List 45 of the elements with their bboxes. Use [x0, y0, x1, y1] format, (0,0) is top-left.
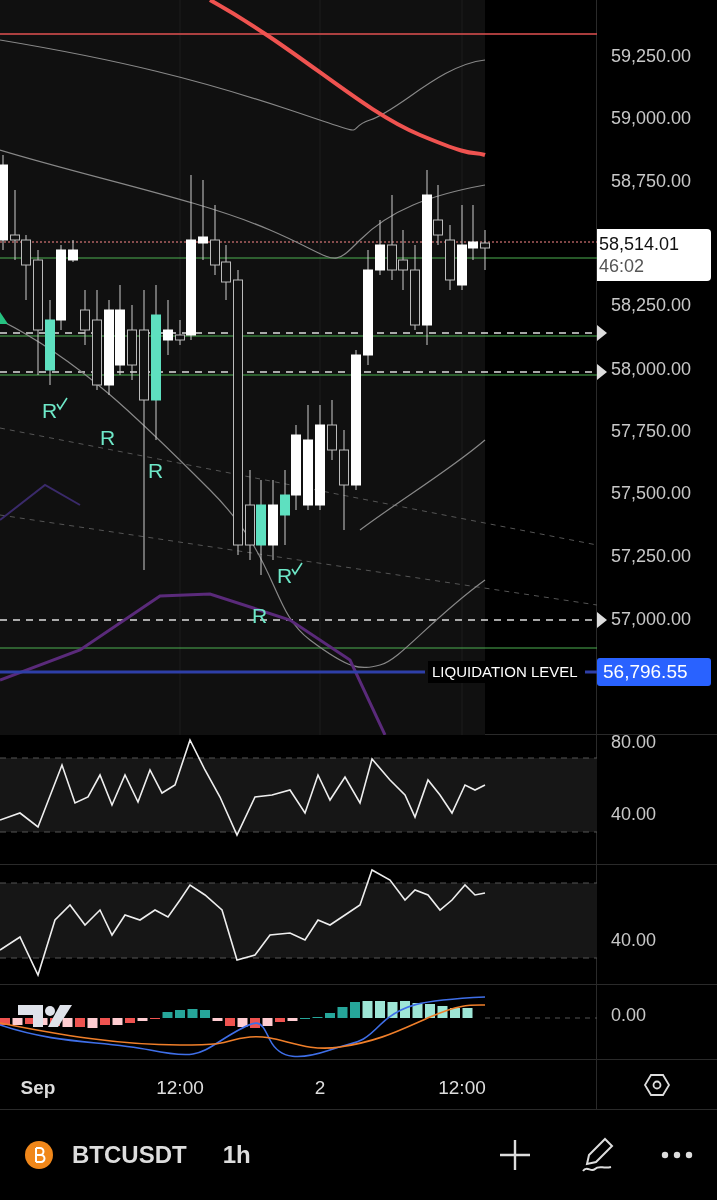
symbol-name[interactable]: BTCUSDT — [72, 1137, 187, 1173]
price-label: 57,500.00 — [611, 482, 692, 505]
candlestick — [398, 229, 408, 291]
time-label: 12:00 — [156, 1076, 204, 1100]
candlestick — [80, 289, 90, 346]
time-label: 12:00 — [438, 1076, 486, 1100]
coin-icon — [24, 1140, 54, 1170]
marker-icon — [597, 612, 607, 628]
up-arrow-icon — [0, 312, 8, 324]
scale-label: 80.00 — [611, 731, 657, 754]
scale-label: 40.00 — [611, 803, 657, 826]
price-label: 58,000.00 — [611, 358, 692, 381]
candlestick — [21, 234, 31, 301]
signal-label: R — [42, 399, 58, 422]
candlestick — [163, 299, 173, 356]
signal-label: R — [252, 604, 268, 627]
candlestick — [327, 399, 337, 461]
candlestick — [445, 224, 455, 291]
price-label: 59,000.00 — [611, 107, 692, 130]
signal-label: R — [148, 459, 164, 482]
interval-selector[interactable]: 1h — [222, 1137, 251, 1173]
liquidation-price-tag: 56,796.55 — [597, 658, 711, 686]
candlestick — [210, 204, 220, 276]
price-label: 57,750.00 — [611, 420, 692, 443]
signal-label: R — [277, 564, 293, 587]
candlestick — [10, 189, 20, 261]
countdown-timer: 46:02 — [599, 255, 646, 277]
price-label: 57,000.00 — [611, 608, 692, 631]
logo-icon — [18, 1005, 72, 1027]
candlestick — [221, 244, 231, 301]
price-label: 59,250.00 — [611, 45, 692, 68]
candlestick — [375, 219, 385, 276]
price-label: 58,750.00 — [611, 170, 692, 193]
time-label: 2 — [314, 1076, 326, 1100]
price-label: 57,250.00 — [611, 545, 692, 568]
candlestick — [68, 239, 78, 263]
marker-icon — [597, 364, 607, 380]
price-label: 58,250.00 — [611, 294, 692, 317]
scale-label: 40.00 — [611, 929, 657, 952]
time-label: Sep — [20, 1076, 56, 1100]
signal-label: R — [100, 426, 116, 449]
scale-label: 0.00 — [611, 1004, 647, 1027]
current-price: 58,514.01 — [599, 233, 681, 255]
marker-icon — [597, 325, 607, 341]
candlestick — [480, 229, 490, 271]
